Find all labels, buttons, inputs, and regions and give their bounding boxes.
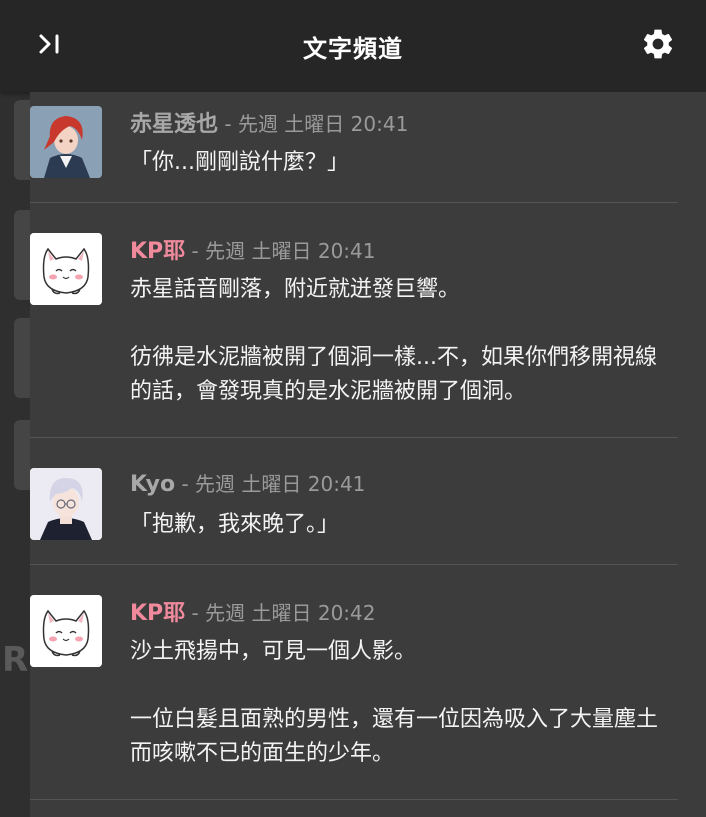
message-paragraph: 彷彿是水泥牆被開了個洞一樣...不，如果你們移開視線的話，會發現真的是水泥牆被開…: [130, 345, 657, 404]
white-cat-avatar[interactable]: [30, 595, 102, 667]
message-paragraph: 「抱歉，我來晚了。」: [130, 512, 340, 537]
collapse-button[interactable]: [26, 22, 74, 66]
timestamp-separator: -: [185, 601, 206, 625]
avatar-image: [30, 106, 102, 178]
message-paragraph: 一位白髮且面熟的男性，還有一位因為吸入了大量塵土而咳嗽不已的面生的少年。: [130, 707, 659, 766]
message-paragraph: 沙土飛揚中，可見一個人影。: [130, 639, 417, 664]
message-feed[interactable]: 赤星透也 - 先週 土曜日 20:41 「你...剛剛說什麼？」 KP耶 - 先…: [30, 92, 706, 817]
message-paragraph: 赤星話音剛落，附近就迸發巨響。: [130, 277, 461, 302]
author-name[interactable]: 赤星透也: [130, 112, 218, 137]
timestamp-separator: -: [175, 472, 196, 496]
author-name[interactable]: KP耶: [130, 239, 185, 264]
timestamp-separator: -: [185, 239, 206, 263]
message-meta: Kyo - 先週 土曜日 20:41: [130, 468, 365, 497]
message-divider: [30, 799, 678, 800]
timestamp: 先週 土曜日 20:41: [205, 239, 376, 263]
message-body: 沙土飛揚中，可見一個人影。 一位白髮且面熟的男性，還有一位因為吸入了大量塵土而咳…: [130, 635, 670, 771]
background-letter: R: [2, 640, 29, 680]
timestamp: 先週 土曜日 20:41: [195, 472, 366, 496]
message-body: 「你...剛剛說什麼？」: [130, 146, 670, 180]
avatar-image: [30, 595, 102, 667]
message-meta: KP耶 - 先週 土曜日 20:41: [130, 233, 375, 265]
message-body: 赤星話音剛落，附近就迸發巨響。 彷彿是水泥牆被開了個洞一樣...不，如果你們移開…: [130, 273, 670, 409]
timestamp: 先週 土曜日 20:41: [237, 112, 409, 136]
message-divider: [30, 437, 678, 438]
message-meta: 赤星透也 - 先週 土曜日 20:41: [130, 106, 408, 138]
message-body: 「抱歉，我來晚了。」: [130, 508, 670, 542]
timestamp: 先週 土曜日 20:42: [205, 601, 376, 625]
avatar-image: [30, 233, 102, 305]
white-haired-character-avatar[interactable]: [30, 468, 102, 540]
settings-button[interactable]: [634, 22, 682, 66]
avatar-image: [30, 468, 102, 540]
page-title: 文字頻道: [303, 34, 403, 63]
channel-header: 文字頻道: [0, 0, 706, 92]
message-divider: [30, 202, 678, 203]
timestamp-separator: -: [218, 112, 238, 136]
white-cat-avatar[interactable]: [30, 233, 102, 305]
collapse-right-icon: [39, 34, 59, 54]
message-divider: [30, 564, 678, 565]
gear-icon: [643, 29, 673, 59]
author-name[interactable]: Kyo: [130, 472, 175, 497]
message-paragraph: 「你...剛剛說什麼？」: [130, 150, 349, 175]
message-meta: KP耶 - 先週 土曜日 20:42: [130, 595, 375, 627]
author-name[interactable]: KP耶: [130, 601, 185, 626]
red-haired-character-avatar[interactable]: [30, 106, 102, 178]
